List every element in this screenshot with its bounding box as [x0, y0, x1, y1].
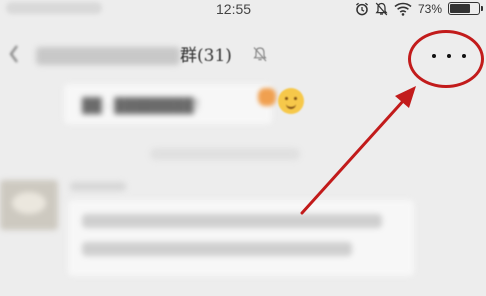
chat-header: 群(31): [0, 22, 486, 88]
timestamp-blurred: [150, 148, 300, 160]
battery-nub: [481, 6, 483, 11]
chat-messages: ██ · ████████！: [0, 84, 486, 296]
page-title: 群(31): [180, 46, 232, 66]
smile-emoji-icon: [278, 88, 304, 114]
hand-emoji-icon: [258, 88, 276, 106]
alarm-clock-icon: [355, 2, 368, 16]
wifi-icon: [394, 2, 412, 16]
message-bubble: ██ · ████████！: [64, 84, 272, 124]
message-text-blurred: ██ · ████████！: [82, 97, 208, 113]
group-name-blurred: [36, 47, 180, 65]
mute-bell-icon: [375, 2, 388, 16]
status-time: 12:55: [216, 1, 252, 17]
battery-fill: [450, 4, 470, 13]
sender-name-blurred: [70, 182, 126, 191]
annotation-circle: [408, 30, 484, 88]
avatar[interactable]: [0, 180, 58, 230]
battery-percent: 73%: [417, 2, 442, 16]
mute-bell-icon: [253, 47, 267, 62]
message-bubble: [68, 200, 414, 276]
status-left-blur: [6, 2, 102, 14]
back-chevron-icon[interactable]: [6, 42, 22, 66]
battery-icon: [448, 2, 483, 15]
message-line-blurred: [82, 242, 352, 256]
message-line-blurred: [82, 214, 382, 228]
status-bar: 12:55 73%: [0, 0, 486, 18]
